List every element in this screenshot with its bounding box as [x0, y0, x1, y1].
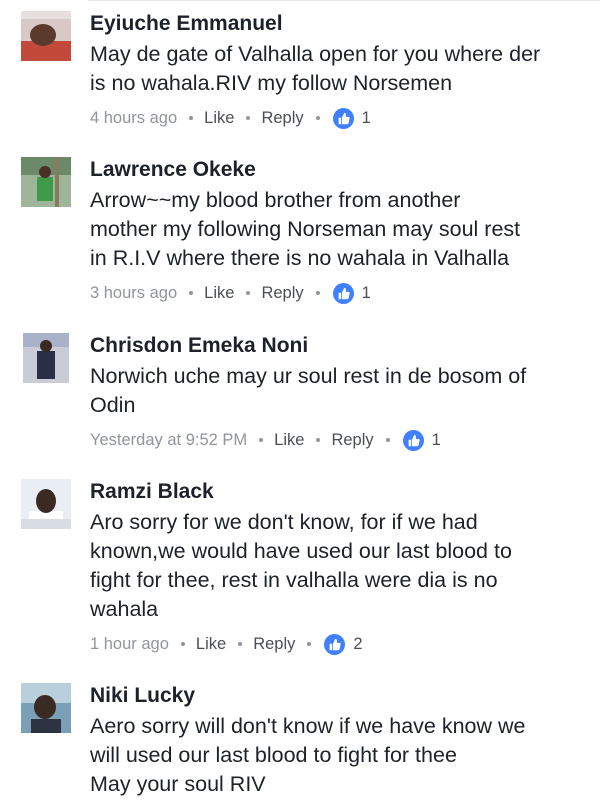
comment-text: Aero sorry will don't know if we have kn… — [90, 714, 526, 796]
separator-dot — [315, 116, 320, 120]
comments-feed: Eyiuche Emmanuel May de gate of Valhalla… — [0, 0, 600, 805]
comment-timestamp[interactable]: Yesterday at 9:52 PM — [90, 429, 247, 451]
comment-meta: 4 hours ago Like Reply 1 — [90, 107, 590, 129]
avatar[interactable] — [21, 683, 71, 733]
avatar[interactable] — [23, 333, 69, 383]
comment-author[interactable]: Eyiuche Emmanuel — [90, 11, 590, 37]
separator-dot — [315, 291, 320, 295]
separator-dot — [316, 438, 321, 442]
separator-dot — [307, 642, 312, 646]
reaction-count: 1 — [361, 284, 371, 302]
comment-text: May de gate of Valhalla open for you whe… — [90, 42, 541, 95]
thumbs-up-icon — [324, 633, 346, 655]
comment-text: Aro sorry for we don't know, for if we h… — [90, 510, 512, 621]
thumbs-up-icon — [332, 107, 354, 129]
like-button[interactable]: Like — [204, 107, 234, 129]
comment-meta: 3 hours ago Like Reply 1 — [90, 282, 590, 304]
thumbs-up-icon — [332, 282, 354, 304]
reaction-summary[interactable]: 1 — [332, 107, 371, 129]
separator-dot — [246, 116, 251, 120]
comment-author[interactable]: Lawrence Okeke — [90, 157, 590, 183]
like-button[interactable]: Like — [204, 282, 234, 304]
reaction-summary[interactable]: 1 — [402, 429, 441, 451]
comment-timestamp[interactable]: 4 hours ago — [90, 107, 177, 129]
comment-timestamp[interactable]: 3 hours ago — [90, 282, 177, 304]
reply-button[interactable]: Reply — [331, 429, 373, 451]
separator-dot — [189, 116, 194, 120]
reaction-summary[interactable]: 2 — [324, 633, 363, 655]
comment-text: Norwich uche may ur soul rest in de boso… — [90, 364, 527, 417]
separator-dot — [189, 291, 194, 295]
reaction-count: 1 — [431, 431, 441, 449]
comment-meta: Yesterday at 9:52 PM Like Reply 1 — [90, 429, 590, 451]
avatar[interactable] — [21, 11, 71, 61]
separator-dot — [385, 438, 390, 442]
avatar[interactable] — [21, 157, 71, 207]
thumbs-up-icon — [402, 429, 424, 451]
separator-dot — [180, 642, 185, 646]
separator-dot — [238, 642, 243, 646]
comment-timestamp[interactable]: 1 hour ago — [90, 633, 169, 655]
reaction-count: 1 — [361, 109, 371, 127]
comment-author[interactable]: Ramzi Black — [90, 479, 590, 505]
reply-button[interactable]: Reply — [253, 633, 295, 655]
comment-meta: 1 hour ago Like Reply 2 — [90, 633, 590, 655]
separator-dot — [259, 438, 264, 442]
separator-dot — [246, 291, 251, 295]
comment-author[interactable]: Niki Lucky — [90, 683, 590, 709]
reaction-count: 2 — [353, 635, 363, 653]
like-button[interactable]: Like — [274, 429, 304, 451]
reply-button[interactable]: Reply — [261, 107, 303, 129]
comment-author[interactable]: Chrisdon Emeka Noni — [90, 333, 590, 359]
comment-text: Arrow~~my blood brother from another mot… — [90, 188, 521, 270]
like-button[interactable]: Like — [196, 633, 226, 655]
avatar[interactable] — [21, 479, 71, 529]
reaction-summary[interactable]: 1 — [332, 282, 371, 304]
reply-button[interactable]: Reply — [261, 282, 303, 304]
divider — [88, 0, 600, 1]
